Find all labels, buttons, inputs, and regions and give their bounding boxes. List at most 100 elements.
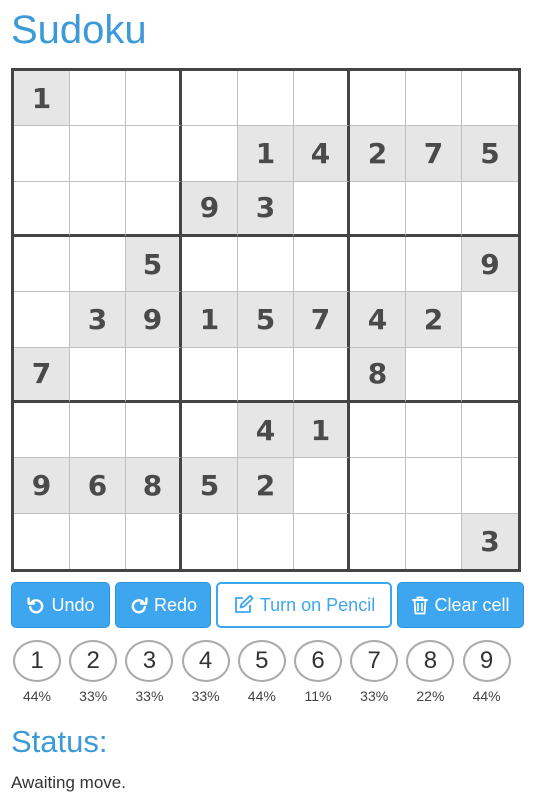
cell-r6-c3[interactable] — [126, 347, 182, 403]
cell-r4-c6[interactable] — [294, 236, 350, 293]
cell-r7-c3[interactable] — [126, 402, 182, 459]
cell-r3-c5[interactable]: 3 — [238, 181, 294, 237]
cell-r2-c2[interactable] — [70, 126, 126, 182]
number-percent-2: 33% — [79, 688, 108, 704]
number-button-2[interactable]: 2 — [69, 640, 118, 682]
cell-r5-c2[interactable]: 3 — [70, 292, 126, 348]
number-button-3[interactable]: 3 — [125, 640, 174, 682]
cell-r3-c9[interactable] — [462, 181, 518, 237]
cell-r6-c7[interactable]: 8 — [350, 347, 406, 403]
cell-r2-c9[interactable]: 5 — [462, 126, 518, 182]
cell-r6-c9[interactable] — [462, 347, 518, 403]
cell-r4-c4[interactable] — [182, 236, 238, 293]
cell-r8-c9[interactable] — [462, 458, 518, 514]
cell-r3-c4[interactable]: 9 — [182, 181, 238, 237]
cell-r5-c7[interactable]: 4 — [350, 292, 406, 348]
cell-r6-c1[interactable]: 7 — [14, 347, 70, 403]
number-percent-4: 33% — [191, 688, 220, 704]
cell-r8-c3[interactable]: 8 — [126, 458, 182, 514]
cell-r2-c4[interactable] — [182, 126, 238, 182]
cell-r6-c2[interactable] — [70, 347, 126, 403]
cell-r5-c1[interactable] — [14, 292, 70, 348]
cell-r9-c4[interactable] — [182, 513, 238, 569]
cell-r1-c3[interactable] — [126, 71, 182, 127]
cell-r2-c7[interactable]: 2 — [350, 126, 406, 182]
cell-r9-c3[interactable] — [126, 513, 182, 569]
pencil-label: Turn on Pencil — [259, 594, 376, 615]
cell-r4-c2[interactable] — [70, 236, 126, 293]
cell-r7-c4[interactable] — [182, 402, 238, 459]
cell-r8-c2[interactable]: 6 — [70, 458, 126, 514]
cell-r3-c3[interactable] — [126, 181, 182, 237]
cell-r9-c2[interactable] — [70, 513, 126, 569]
cell-r1-c6[interactable] — [294, 71, 350, 127]
cell-r7-c6[interactable]: 1 — [294, 402, 350, 459]
cell-r1-c4[interactable] — [182, 71, 238, 127]
cell-r4-c3[interactable]: 5 — [126, 236, 182, 293]
cell-r8-c8[interactable] — [406, 458, 462, 514]
cell-r3-c2[interactable] — [70, 181, 126, 237]
cell-r8-c1[interactable]: 9 — [14, 458, 70, 514]
cell-r6-c4[interactable] — [182, 347, 238, 403]
cell-r2-c3[interactable] — [126, 126, 182, 182]
number-button-6[interactable]: 6 — [294, 640, 342, 682]
cell-r1-c9[interactable] — [462, 71, 518, 127]
cell-r4-c9[interactable]: 9 — [462, 236, 518, 293]
cell-r1-c7[interactable] — [350, 71, 406, 127]
cell-r9-c9[interactable]: 3 — [462, 513, 518, 569]
cell-r4-c7[interactable] — [350, 236, 406, 293]
cell-r7-c8[interactable] — [406, 402, 462, 459]
redo-button[interactable]: Redo — [115, 582, 211, 628]
cell-r8-c4[interactable]: 5 — [182, 458, 238, 514]
number-button-5[interactable]: 5 — [237, 640, 286, 682]
cell-r7-c9[interactable] — [462, 402, 518, 459]
cell-r7-c7[interactable] — [350, 402, 406, 459]
page-title: Sudoku — [11, 8, 147, 52]
cell-r5-c3[interactable]: 9 — [126, 292, 182, 348]
cell-r5-c5[interactable]: 5 — [238, 292, 294, 348]
cell-r4-c5[interactable] — [238, 236, 294, 293]
cell-r1-c8[interactable] — [406, 71, 462, 127]
cell-r8-c7[interactable] — [350, 458, 406, 514]
number-button-4[interactable]: 4 — [181, 640, 230, 682]
number-button-7[interactable]: 7 — [350, 640, 399, 682]
cell-r4-c1[interactable] — [14, 236, 70, 293]
cell-r6-c5[interactable] — [238, 347, 294, 403]
cell-r1-c5[interactable] — [238, 71, 294, 127]
cell-r8-c5[interactable]: 2 — [238, 458, 294, 514]
pencil-toggle-button[interactable]: Turn on Pencil — [216, 582, 392, 628]
number-button-8[interactable]: 8 — [406, 640, 455, 682]
cell-r7-c2[interactable] — [70, 402, 126, 459]
cell-r1-c2[interactable] — [70, 71, 126, 127]
trash-icon — [411, 595, 429, 615]
cell-r3-c7[interactable] — [350, 181, 406, 237]
cell-r6-c8[interactable] — [406, 347, 462, 403]
clear-cell-button[interactable]: Clear cell — [397, 582, 524, 628]
number-percent-1: 44% — [22, 688, 52, 704]
cell-r7-c5[interactable]: 4 — [238, 402, 294, 459]
number-button-1[interactable]: 1 — [13, 640, 61, 682]
cell-r3-c1[interactable] — [14, 181, 70, 237]
cell-r2-c5[interactable]: 1 — [238, 126, 294, 182]
cell-r2-c1[interactable] — [14, 126, 70, 182]
cell-r3-c6[interactable] — [294, 181, 350, 237]
cell-r7-c1[interactable] — [14, 402, 70, 459]
cell-r3-c8[interactable] — [406, 181, 462, 237]
cell-r4-c8[interactable] — [406, 236, 462, 293]
cell-r5-c9[interactable] — [462, 292, 518, 348]
cell-r9-c7[interactable] — [350, 513, 406, 569]
cell-r5-c4[interactable]: 1 — [182, 292, 238, 348]
cell-r5-c6[interactable]: 7 — [294, 292, 350, 348]
number-button-9[interactable]: 9 — [462, 640, 511, 682]
cell-r9-c5[interactable] — [238, 513, 294, 569]
undo-button[interactable]: Undo — [11, 582, 110, 628]
cell-r6-c6[interactable] — [294, 347, 350, 403]
cell-r9-c6[interactable] — [294, 513, 350, 569]
cell-r8-c6[interactable] — [294, 458, 350, 514]
cell-r5-c8[interactable]: 2 — [406, 292, 462, 348]
cell-r9-c8[interactable] — [406, 513, 462, 569]
cell-r1-c1[interactable]: 1 — [14, 71, 70, 127]
cell-r2-c6[interactable]: 4 — [294, 126, 350, 182]
cell-r2-c8[interactable]: 7 — [406, 126, 462, 182]
cell-r9-c1[interactable] — [14, 513, 70, 569]
